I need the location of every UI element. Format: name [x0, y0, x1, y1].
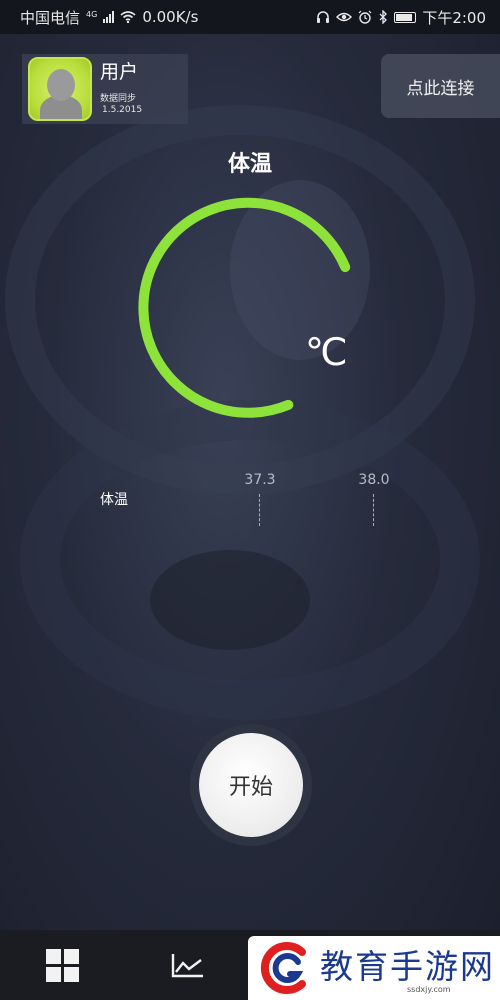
clock: 下午2:00	[422, 8, 486, 27]
wifi-icon	[120, 11, 136, 23]
battery-icon	[394, 11, 417, 23]
gauge-arc	[138, 197, 351, 418]
status-bar: 中国电信 4G 0.00K/s 下午2:00	[0, 0, 500, 34]
network-speed: 0.00K/s	[142, 8, 199, 26]
nav-dashboard[interactable]	[22, 930, 102, 1000]
tick-label-high: 38.0	[358, 472, 390, 488]
watermark-url: ssdxjy.com	[407, 985, 451, 994]
headphones-icon	[317, 11, 330, 23]
user-card[interactable]: 用户 数据同步 1.5.2015	[22, 54, 188, 124]
version-text: 1.5.2015	[102, 104, 143, 115]
scale-label: 体温	[100, 492, 128, 508]
network-type: 4G	[86, 9, 98, 19]
nav-history[interactable]	[148, 930, 228, 1000]
sync-label: 数据同步	[100, 93, 137, 104]
start-button[interactable]: 开始	[199, 733, 303, 837]
watermark-logo	[260, 942, 306, 994]
temperature-unit: ℃	[305, 330, 348, 374]
signal-icon	[103, 11, 115, 23]
tick-label-low: 37.3	[244, 472, 276, 488]
eye-icon	[336, 12, 353, 22]
dashboard-grid-icon	[45, 948, 79, 982]
watermark-text: 教育手游网	[320, 947, 495, 986]
line-chart-icon	[171, 954, 203, 978]
user-name: 用户	[100, 60, 139, 83]
avatar[interactable]	[28, 57, 92, 121]
watermark: 教育手游网	[248, 936, 500, 1000]
alarm-icon	[358, 10, 372, 24]
connect-button[interactable]: 点此连接	[381, 54, 500, 118]
temperature-gauge	[138, 197, 351, 418]
tick-line-high	[373, 494, 374, 526]
page-title: 体温	[227, 152, 272, 177]
tick-line-low	[259, 494, 260, 526]
bluetooth-icon	[379, 10, 388, 24]
carrier-name: 中国电信	[20, 8, 81, 27]
